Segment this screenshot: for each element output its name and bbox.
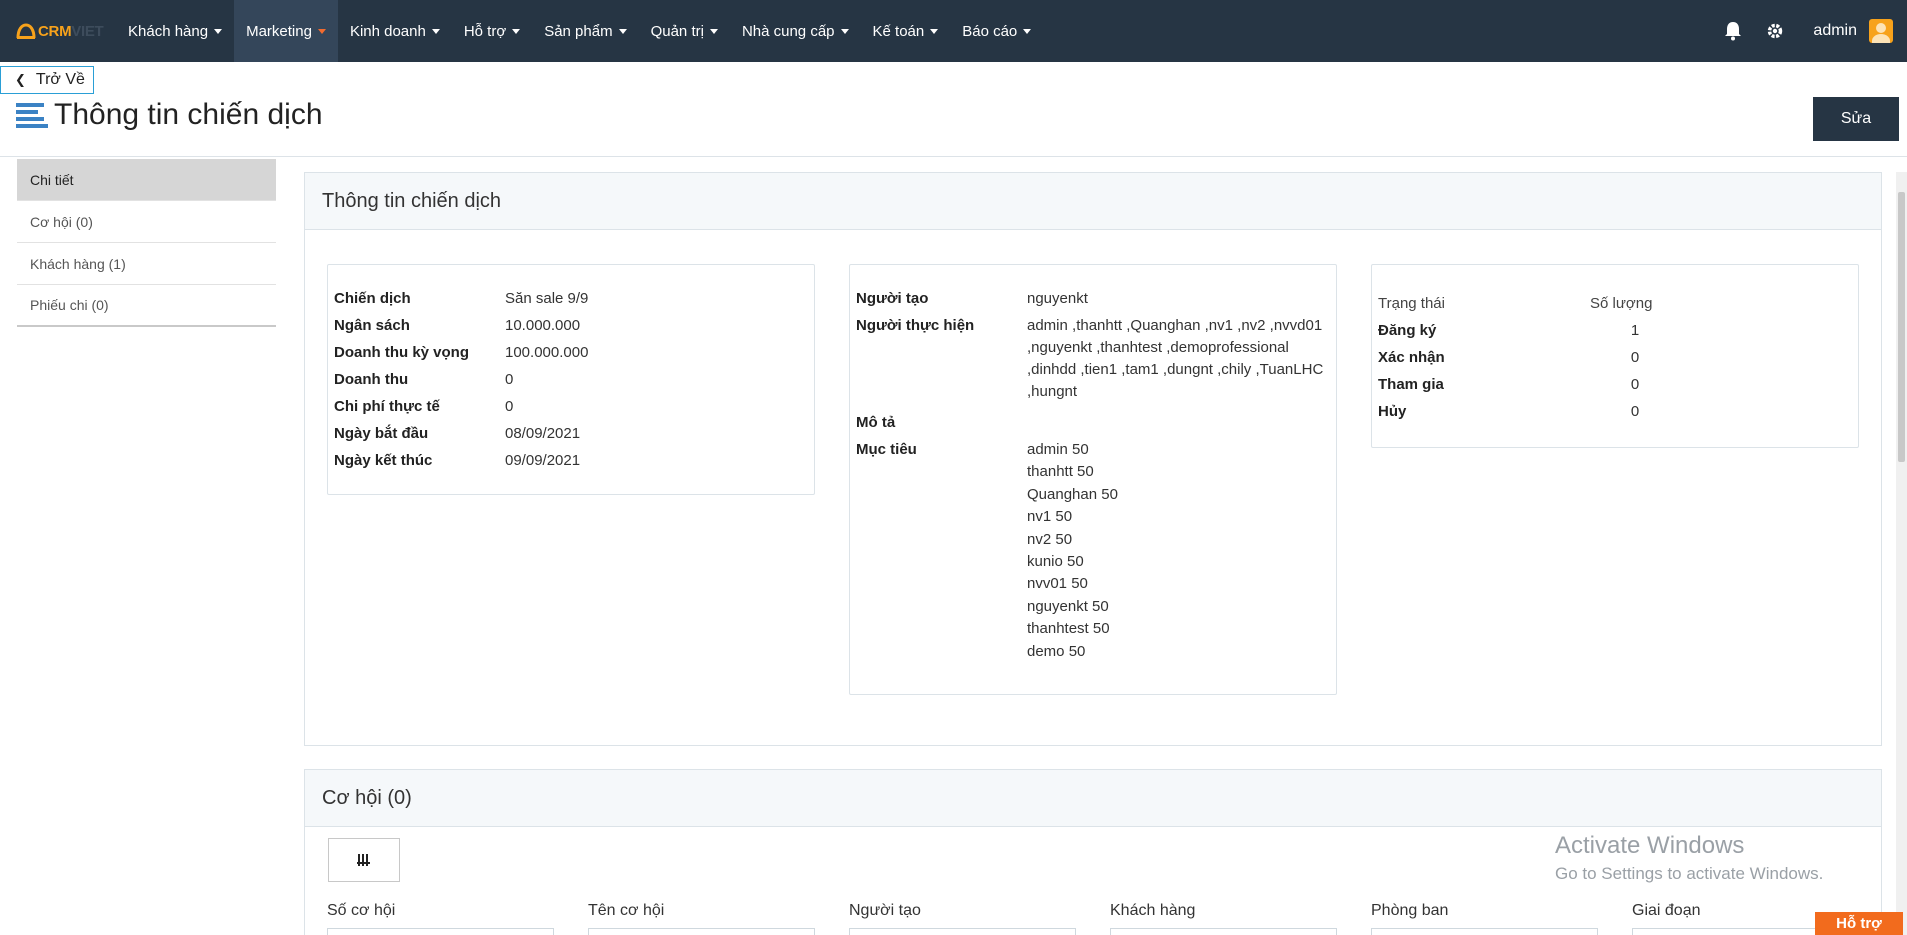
field-row: Ngày bắt đầu 08/09/2021 [334,425,581,442]
list-item: kunio 50 [1027,553,1084,571]
page-scrollbar[interactable] [1896,172,1907,935]
field-row: Doanh thu 0 [334,371,514,388]
logo-viet-text: VIET [71,22,104,40]
sidebar-item-chi-tiet[interactable]: Chi tiết [17,159,276,201]
app-logo[interactable]: CRM VIET [16,0,116,62]
nav-item-quan-tri[interactable]: Quản trị [639,0,730,62]
list-icon [16,103,48,128]
sidebar-item-phieu-chi[interactable]: Phiếu chi (0) [17,285,276,327]
list-item: demo 50 [1027,642,1086,660]
scrollbar-thumb[interactable] [1898,192,1905,462]
caret-down-icon [930,28,939,34]
column-header[interactable]: Phòng ban [1371,902,1448,920]
caret-down-icon [618,28,627,34]
panel-title: Thông tin chiến dịch [305,173,1881,230]
nav-item-kinh-doanh[interactable]: Kinh doanh [338,0,452,62]
list-item: nv2 50 [1027,530,1073,548]
table-row: Hủy 0 [1378,403,1640,420]
nav-item-nha-cung-cap[interactable]: Nhà cung cấp [730,0,861,62]
description-row: Mô tả [856,414,896,431]
panel-title: Cơ hội (0) [305,770,1881,827]
field-row: Ngân sách 10.000.000 [334,317,581,334]
list-item: nguyenkt 50 [1027,597,1109,615]
columns-icon [357,854,370,866]
windows-activation-watermark: Activate Windows Go to Settings to activ… [1555,832,1824,883]
filter-input[interactable] [849,928,1076,935]
sidebar: Chi tiết Cơ hội (0) Khách hàng (1) Phiếu… [17,159,276,327]
column-header[interactable]: Tên cơ hội [588,902,664,920]
creator-row: Người tạo nguyenkt [856,290,1088,307]
status-table-header: Trạng thái Số lượng [1378,295,1653,312]
campaign-basic-card: Chiến dịch Săn sale 9/9 Ngân sách 10.000.0… [327,264,815,495]
filter-input[interactable] [1110,928,1337,935]
column-header[interactable]: Giai đoạn [1632,902,1701,920]
targets-row: Mục tiêu [856,441,917,458]
column-header[interactable]: Người tạo [849,902,921,920]
chevron-left-icon: ❮ [15,72,26,87]
help-button[interactable]: Hỗ trợ [1815,912,1903,935]
gear-icon[interactable] [1765,21,1785,41]
back-button[interactable]: ❮ Trở Về [0,66,94,94]
field-row: Chi phí thực tế 0 [334,398,514,415]
filter-input[interactable] [1371,928,1598,935]
campaign-status-card: Trạng thái Số lượng Đăng ký 1 Xác nhận 0 T… [1371,264,1859,448]
back-button-label: Trở Về [35,71,85,88]
list-item: nv1 50 [1027,508,1073,526]
logo-crm-text: CRM [38,22,72,40]
bell-icon[interactable] [1723,21,1743,41]
table-row: Xác nhận 0 [1378,349,1640,366]
campaign-people-card: Người tạo nguyenkt Người thực hiện admin … [849,264,1337,695]
list-item: admin 50 [1027,441,1089,458]
caret-down-icon [512,28,521,34]
column-toggle-button[interactable] [328,838,400,882]
table-row: Đăng ký 1 [1378,322,1640,339]
nav-item-marketing[interactable]: Marketing [234,0,338,62]
list-item: Quanghan 50 [1027,485,1118,503]
field-row: Doanh thu kỳ vọng 100.000.000 [334,344,589,361]
nav-item-ho-tro[interactable]: Hỗ trợ [452,0,532,62]
field-row: Chiến dịch Săn sale 9/9 [334,290,589,307]
caret-down-icon [1023,28,1032,34]
avatar[interactable] [1869,19,1893,43]
filter-input[interactable] [588,928,815,935]
executors-row: Người thực hiện admin ,thanhtt ,Quanghan… [856,315,1331,403]
nav-item-khach-hang[interactable]: Khách hàng [116,0,234,62]
list-item: thanhtt 50 [1027,463,1094,481]
filter-input[interactable] [327,928,554,935]
list-item: nvv01 50 [1027,575,1088,593]
campaign-info-panel: Thông tin chiến dịch Chiến dịch Săn sale … [304,172,1882,746]
nav-item-ke-toan[interactable]: Kế toán [861,0,951,62]
field-row: Ngày kết thúc 09/09/2021 [334,452,581,469]
table-row: Tham gia 0 [1378,376,1640,393]
top-navbar: CRM VIET Khách hàng Marketing Kinh doanh… [0,0,1907,62]
executors-list: admin ,thanhtt ,Quanghan ,nv1 ,nv2 ,nvvd… [1027,317,1324,400]
targets-list: admin 50 thanhtt 50 Quanghan 50 nv1 50 n… [1027,439,1118,663]
column-header[interactable]: Khách hàng [1110,902,1195,920]
sidebar-item-co-hoi[interactable]: Cơ hội (0) [17,201,276,243]
column-header[interactable]: Số cơ hội [327,902,395,920]
home-icon [16,23,36,39]
caret-down-icon [431,28,440,34]
caret-down-icon [317,28,326,34]
navbar-right: admin [1723,0,1907,62]
nav-item-san-pham[interactable]: Sản phẩm [532,0,638,62]
edit-button[interactable]: Sửa [1813,97,1899,141]
page-title: Thông tin chiến dịch [54,98,323,131]
nav-item-bao-cao[interactable]: Báo cáo [950,0,1043,62]
main-menu: Khách hàng Marketing Kinh doanh Hỗ trợ S… [116,0,1043,62]
caret-down-icon [214,28,223,34]
caret-down-icon [840,28,849,34]
list-item: thanhtest 50 [1027,620,1110,638]
caret-down-icon [709,28,718,34]
page-title-wrap: Thông tin chiến dịch [16,98,323,132]
user-name[interactable]: admin [1813,22,1857,40]
title-divider [0,156,1907,157]
sidebar-item-khach-hang[interactable]: Khách hàng (1) [17,243,276,285]
